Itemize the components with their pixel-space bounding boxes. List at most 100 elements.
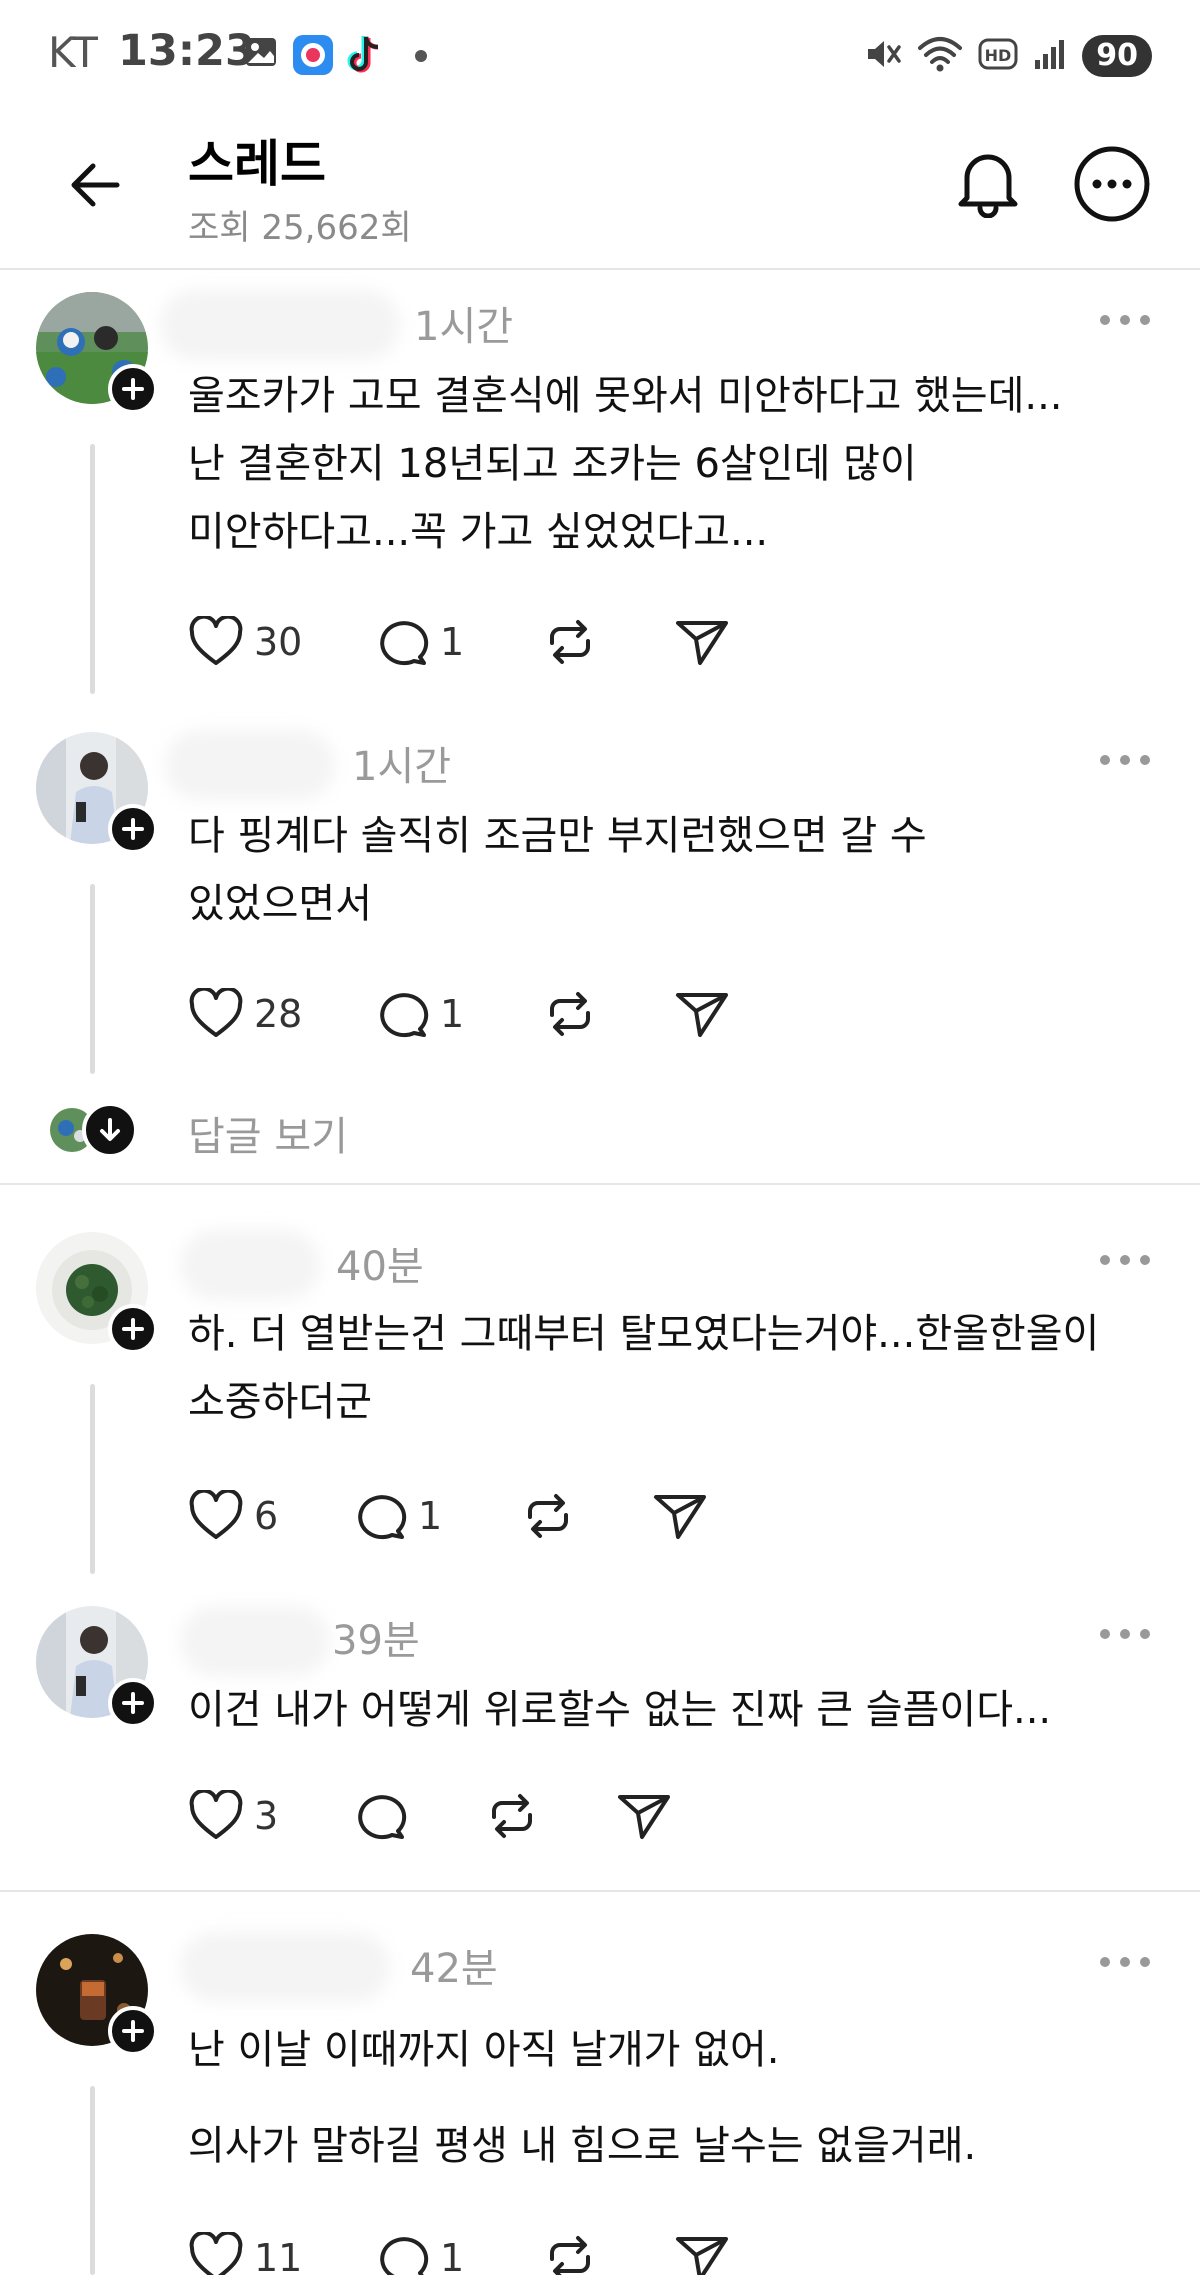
- ellipsis-icon: [1100, 1629, 1150, 1639]
- thread-line: [90, 444, 95, 694]
- post-text-line: 난 이날 이때까지 아직 날개가 없어.: [188, 2027, 780, 2073]
- post-text: 하. 더 열받는건 그때부터 탈모였다는거야...한올한올이 소중하더군: [188, 1300, 1188, 1436]
- plus-icon: [122, 2020, 144, 2042]
- reply-count: 1: [440, 620, 465, 664]
- repost-button[interactable]: [542, 612, 598, 672]
- svg-text:HD: HD: [985, 46, 1012, 65]
- comment-icon: [380, 993, 429, 1038]
- post-more-button[interactable]: [1095, 1614, 1155, 1654]
- arrow-left-icon: [71, 163, 120, 207]
- post-more-button[interactable]: [1095, 300, 1155, 340]
- reply-count: 1: [418, 1494, 443, 1538]
- repost-button[interactable]: [542, 984, 598, 1044]
- repost-icon: [492, 1794, 532, 1838]
- follow-button[interactable]: [108, 2006, 158, 2056]
- share-button[interactable]: [652, 1486, 708, 1546]
- post-text: 난 이날 이때까지 아직 날개가 없어. 의사가 말하길 평생 내 힘으로 날수…: [188, 2002, 1188, 2194]
- reply-post: 42분 난 이날 이때까지 아직 날개가 없어. 의사가 말하길 평생 내 힘으…: [0, 1892, 1200, 2275]
- repost-icon: [550, 992, 590, 1036]
- post-more-button[interactable]: [1095, 740, 1155, 780]
- post-text-line: 있었으면서: [188, 881, 372, 927]
- thread-line: [90, 1384, 95, 1574]
- post-text-line: 하. 더 열받는건 그때부터 탈모였다는거야...한올한올이: [188, 1311, 1100, 1357]
- signal-icon: [1032, 36, 1068, 76]
- repost-button[interactable]: [520, 1486, 576, 1546]
- show-replies-button[interactable]: 답글 보기: [50, 1100, 450, 1160]
- like-count: 11: [254, 2236, 303, 2275]
- ellipsis-icon: [1100, 755, 1150, 765]
- follow-button[interactable]: [108, 804, 158, 854]
- ellipsis-icon: [1100, 1255, 1150, 1265]
- username-redacted: [180, 1932, 390, 2002]
- reply-button[interactable]: 1: [376, 2228, 464, 2275]
- like-button[interactable]: 3: [188, 1786, 278, 1846]
- plus-icon: [122, 1692, 144, 1714]
- status-icons-right: HD 90: [862, 34, 1152, 78]
- like-count: 3: [254, 1794, 279, 1838]
- post-text-line: 울조카가 고모 결혼식에 못와서 미안하다고 했는데...: [188, 373, 1063, 419]
- repost-button[interactable]: [484, 1786, 540, 1846]
- post-text-line: 다 핑계다 솔직히 조금만 부지런했으면 갈 수: [188, 813, 927, 859]
- battery-level: 90: [1082, 35, 1152, 77]
- follow-button[interactable]: [108, 364, 158, 414]
- comment-icon: [380, 621, 429, 666]
- username-redacted: [180, 1230, 320, 1300]
- thread-line: [90, 884, 95, 1074]
- like-count: 28: [254, 992, 303, 1036]
- heart-icon: [189, 616, 243, 665]
- follow-button[interactable]: [108, 1678, 158, 1728]
- heart-icon: [189, 1790, 243, 1839]
- show-replies-label: 답글 보기: [188, 1114, 348, 1160]
- view-count: 조회 25,662회: [188, 208, 412, 248]
- repost-button[interactable]: [542, 2228, 598, 2275]
- reply-post: 40분 하. 더 열받는건 그때부터 탈모였다는거야...한올한올이 소중하더군…: [0, 1190, 1200, 1590]
- like-button[interactable]: 6: [188, 1486, 278, 1546]
- mute-icon: [862, 34, 902, 78]
- down-badge: [82, 1102, 138, 1158]
- reply-post: 1시간 울조카가 고모 결혼식에 못와서 미안하다고 했는데... 난 결혼한지…: [0, 272, 1200, 712]
- post-text: 이건 내가 어떻게 위로할수 없는 진짜 큰 슬픔이다...: [188, 1676, 1188, 1744]
- more-options-button[interactable]: [1072, 144, 1152, 224]
- follow-button[interactable]: [108, 1304, 158, 1354]
- post-more-button[interactable]: [1095, 1942, 1155, 1982]
- heart-icon: [189, 988, 243, 1037]
- post-more-button[interactable]: [1095, 1240, 1155, 1280]
- send-icon: [618, 1795, 670, 1839]
- reply-button[interactable]: 1: [354, 1486, 442, 1546]
- wifi-icon: [916, 34, 964, 78]
- clock-time: 13:23: [118, 26, 255, 76]
- send-icon: [654, 1495, 706, 1539]
- gallery-icon: [243, 34, 279, 74]
- share-button[interactable]: [674, 2228, 730, 2275]
- post-text: 울조카가 고모 결혼식에 못와서 미안하다고 했는데... 난 결혼한지 18년…: [188, 362, 1188, 566]
- plus-icon: [122, 1318, 144, 1340]
- send-icon: [676, 2237, 728, 2275]
- reply-post: 1시간 다 핑계다 솔직히 조금만 부지런했으면 갈 수 있었으면서 28 1: [0, 712, 1200, 1092]
- arrow-down-icon: [100, 1118, 120, 1141]
- post-time: 42분: [410, 1946, 498, 1992]
- reply-button[interactable]: 1: [376, 612, 464, 672]
- notifications-button[interactable]: [950, 144, 1026, 220]
- status-bar: KT 13:23 HD 90: [0, 0, 1200, 110]
- post-text-line: 소중하더군: [188, 1379, 372, 1425]
- reply-post: 39분 이건 내가 어떻게 위로할수 없는 진짜 큰 슬픔이다... 3: [0, 1590, 1200, 1890]
- username-redacted: [165, 730, 335, 800]
- share-button[interactable]: [674, 612, 730, 672]
- share-button[interactable]: [616, 1786, 672, 1846]
- post-time: 1시간: [352, 744, 452, 790]
- like-button[interactable]: 11: [188, 2228, 302, 2275]
- like-button[interactable]: 30: [188, 612, 302, 672]
- back-button[interactable]: [60, 150, 130, 220]
- post-text-line: 난 결혼한지 18년되고 조카는 6살인데 많이: [188, 441, 917, 487]
- post-text-line: 미안하다고...꼭 가고 싶었었다고...: [188, 509, 769, 555]
- send-icon: [676, 993, 728, 1037]
- reply-button[interactable]: 1: [376, 984, 464, 1044]
- share-button[interactable]: [674, 984, 730, 1044]
- send-icon: [676, 621, 728, 665]
- section-divider: [0, 1183, 1200, 1185]
- like-count: 6: [254, 1494, 279, 1538]
- thread-header: 스레드 조회 25,662회: [0, 110, 1200, 270]
- reply-button[interactable]: [354, 1786, 408, 1846]
- repost-icon: [550, 620, 590, 664]
- like-button[interactable]: 28: [188, 984, 302, 1044]
